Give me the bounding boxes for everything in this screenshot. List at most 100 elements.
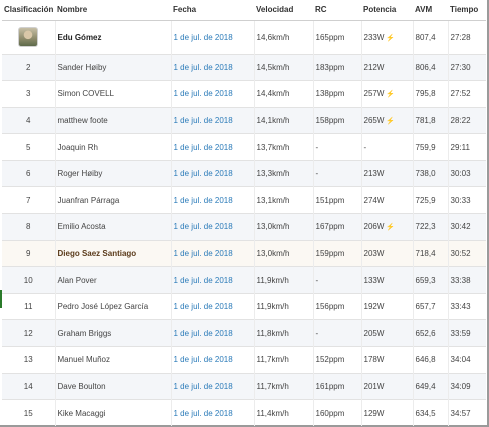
- activity-date-link[interactable]: 1 de jul. de 2018: [171, 213, 255, 241]
- avm-value: 725,9: [413, 186, 449, 214]
- power-value: 206W: [363, 222, 385, 232]
- table-row[interactable]: 10 Alan Pover 1 de jul. de 2018 11,9km/h -13…: [2, 266, 486, 294]
- table-row[interactable]: 9 Diego Saez Santiago 1 de jul. de 2018 13,…: [2, 239, 486, 267]
- table-row[interactable]: 5 Joaquin Rh 1 de jul. de 2018 13,7km/h - -75…: [2, 133, 486, 161]
- athlete-name-link[interactable]: Kike Macaggi: [55, 399, 172, 427]
- athlete-name-link[interactable]: Simon COVELL: [55, 80, 172, 108]
- table-row[interactable]: 12 Graham Briggs 1 de jul. de 2018 11,8km/h…: [2, 319, 486, 347]
- table-row[interactable]: 7 Juanfran Párraga 1 de jul. de 2018 13,1km…: [2, 186, 486, 214]
- power-cell: 206W ⚡: [361, 213, 414, 241]
- rank-cell: 15: [2, 399, 56, 427]
- athlete-name-link[interactable]: Diego Saez Santiago: [55, 239, 172, 267]
- power-cell: 205W: [361, 319, 414, 347]
- athlete-name-link[interactable]: Pedro José López García: [55, 292, 172, 320]
- power-value: -: [363, 142, 367, 152]
- rank-cell: 4: [2, 106, 56, 134]
- power-cell: 213W: [361, 159, 414, 187]
- table-row[interactable]: 4 matthew foote 1 de jul. de 2018 14,1km/h 1…: [2, 106, 486, 134]
- activity-date-link[interactable]: 1 de jul. de 2018: [171, 399, 255, 427]
- athlete-name-link[interactable]: Dave Boulton: [55, 372, 172, 400]
- speed-value: 14,6km/h: [254, 19, 314, 54]
- table-row[interactable]: 2 Sander Høiby 1 de jul. de 2018 14,5km/h 18…: [2, 53, 486, 81]
- athlete-name-link[interactable]: Alan Pover: [55, 266, 172, 294]
- header-power: Potencia: [361, 0, 413, 21]
- activity-date-link[interactable]: 1 de jul. de 2018: [171, 106, 255, 134]
- time-value: 30:33: [448, 186, 486, 214]
- speed-value: 14,1km/h: [254, 106, 314, 134]
- athlete-name-link[interactable]: Edu Gómez: [55, 19, 172, 54]
- rank-cell: 8: [2, 213, 56, 241]
- athlete-name-link[interactable]: Graham Briggs: [55, 319, 172, 347]
- table-row[interactable]: 13 Manuel Muñoz 1 de jul. de 2018 11,7km/h 1…: [2, 346, 486, 374]
- activity-date-link[interactable]: 1 de jul. de 2018: [171, 159, 255, 187]
- table-row[interactable]: Edu Gómez 1 de jul. de 2018 14,6km/h 165ppm…: [2, 19, 486, 54]
- athlete-name-link[interactable]: Sander Høiby: [55, 53, 172, 81]
- activity-date-link[interactable]: 1 de jul. de 2018: [171, 319, 255, 347]
- time-value: 30:03: [448, 159, 486, 187]
- activity-date-link[interactable]: 1 de jul. de 2018: [171, 372, 255, 400]
- athlete-name-link[interactable]: Joaquin Rh: [55, 133, 172, 161]
- avm-value: 634,5: [413, 399, 449, 427]
- table-row[interactable]: 6 Roger Høiby 1 de jul. de 2018 13,3km/h -21…: [2, 159, 486, 187]
- power-value: 257W: [363, 89, 385, 99]
- avm-value: 781,8: [413, 106, 449, 134]
- time-value: 30:42: [448, 213, 486, 241]
- header-name: Nombre: [55, 0, 171, 21]
- activity-date-link[interactable]: 1 de jul. de 2018: [171, 19, 255, 54]
- avm-value: 722,3: [413, 213, 449, 241]
- rank-cell: 11: [2, 292, 56, 320]
- power-value: 213W: [363, 169, 385, 179]
- heart-rate-value: 159ppm: [313, 239, 362, 267]
- activity-date-link[interactable]: 1 de jul. de 2018: [171, 80, 255, 108]
- athlete-name-link[interactable]: Manuel Muñoz: [55, 346, 172, 374]
- table-row[interactable]: 3 Simon COVELL 1 de jul. de 2018 14,4km/h 13…: [2, 80, 486, 108]
- speed-value: 11,9km/h: [254, 292, 314, 320]
- table-row[interactable]: 15 Kike Macaggi 1 de jul. de 2018 11,4km/h 1…: [2, 399, 486, 427]
- activity-date-link[interactable]: 1 de jul. de 2018: [171, 292, 255, 320]
- athlete-name-link[interactable]: Juanfran Párraga: [55, 186, 172, 214]
- power-value: 205W: [363, 328, 385, 338]
- speed-value: 14,5km/h: [254, 53, 314, 81]
- power-cell: 129W: [361, 399, 414, 427]
- time-value: 27:30: [448, 53, 486, 81]
- time-value: 27:52: [448, 80, 486, 108]
- power-cell: 233W ⚡: [361, 19, 414, 54]
- avm-value: 759,9: [413, 133, 449, 161]
- heart-rate-value: 165ppm: [313, 19, 362, 54]
- rank-cell: 5: [2, 133, 56, 161]
- activity-date-link[interactable]: 1 de jul. de 2018: [171, 346, 255, 374]
- table-row[interactable]: 8 Emilio Acosta 1 de jul. de 2018 13,0km/h 1…: [2, 213, 486, 241]
- speed-value: 13,3km/h: [254, 159, 314, 187]
- avm-value: 649,4: [413, 372, 449, 400]
- heart-rate-value: 152ppm: [313, 346, 362, 374]
- lightning-icon: ⚡: [386, 117, 396, 125]
- heart-rate-value: -: [313, 133, 362, 161]
- avatar[interactable]: [18, 27, 39, 47]
- lightning-icon: ⚡: [386, 34, 396, 42]
- power-value: 201W: [363, 381, 385, 391]
- rank-cell: 2: [2, 53, 56, 81]
- power-cell: -: [361, 133, 414, 161]
- athlete-name-link[interactable]: Emilio Acosta: [55, 213, 172, 241]
- activity-date-link[interactable]: 1 de jul. de 2018: [171, 266, 255, 294]
- rank-cell: 10: [2, 266, 56, 294]
- athlete-name-link[interactable]: Roger Høiby: [55, 159, 172, 187]
- rank-cell: 7: [2, 186, 56, 214]
- power-cell: 212W: [361, 53, 414, 81]
- athlete-name-link[interactable]: matthew foote: [55, 106, 172, 134]
- rank-cell: 9: [2, 239, 56, 267]
- activity-date-link[interactable]: 1 de jul. de 2018: [171, 53, 255, 81]
- avm-value: 807,4: [413, 19, 449, 54]
- heart-rate-value: -: [313, 266, 362, 294]
- activity-date-link[interactable]: 1 de jul. de 2018: [171, 186, 255, 214]
- table-row[interactable]: 11 Pedro José López García 1 de jul. de 20…: [2, 292, 486, 320]
- speed-value: 11,8km/h: [254, 319, 314, 347]
- rank-cell: 3: [2, 80, 56, 108]
- table-row[interactable]: 14 Dave Boulton 1 de jul. de 2018 11,7km/h 1…: [2, 372, 486, 400]
- activity-date-link[interactable]: 1 de jul. de 2018: [171, 133, 255, 161]
- heart-rate-value: 151ppm: [313, 186, 362, 214]
- time-value: 34:04: [448, 346, 486, 374]
- heart-rate-value: 167ppm: [313, 213, 362, 241]
- activity-date-link[interactable]: 1 de jul. de 2018: [171, 239, 255, 267]
- heart-rate-value: -: [313, 319, 362, 347]
